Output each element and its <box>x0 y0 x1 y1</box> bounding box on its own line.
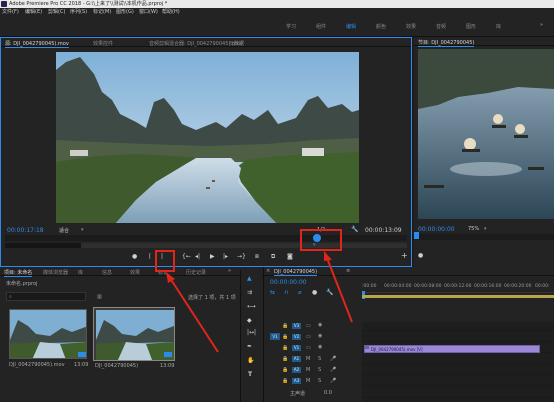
arrowhead-mark-out <box>166 272 175 283</box>
arrow-to-playhead <box>326 257 353 323</box>
arrowhead-playhead <box>324 251 332 261</box>
arrow-to-mark-out <box>169 277 219 353</box>
annotation-arrows <box>166 251 353 353</box>
